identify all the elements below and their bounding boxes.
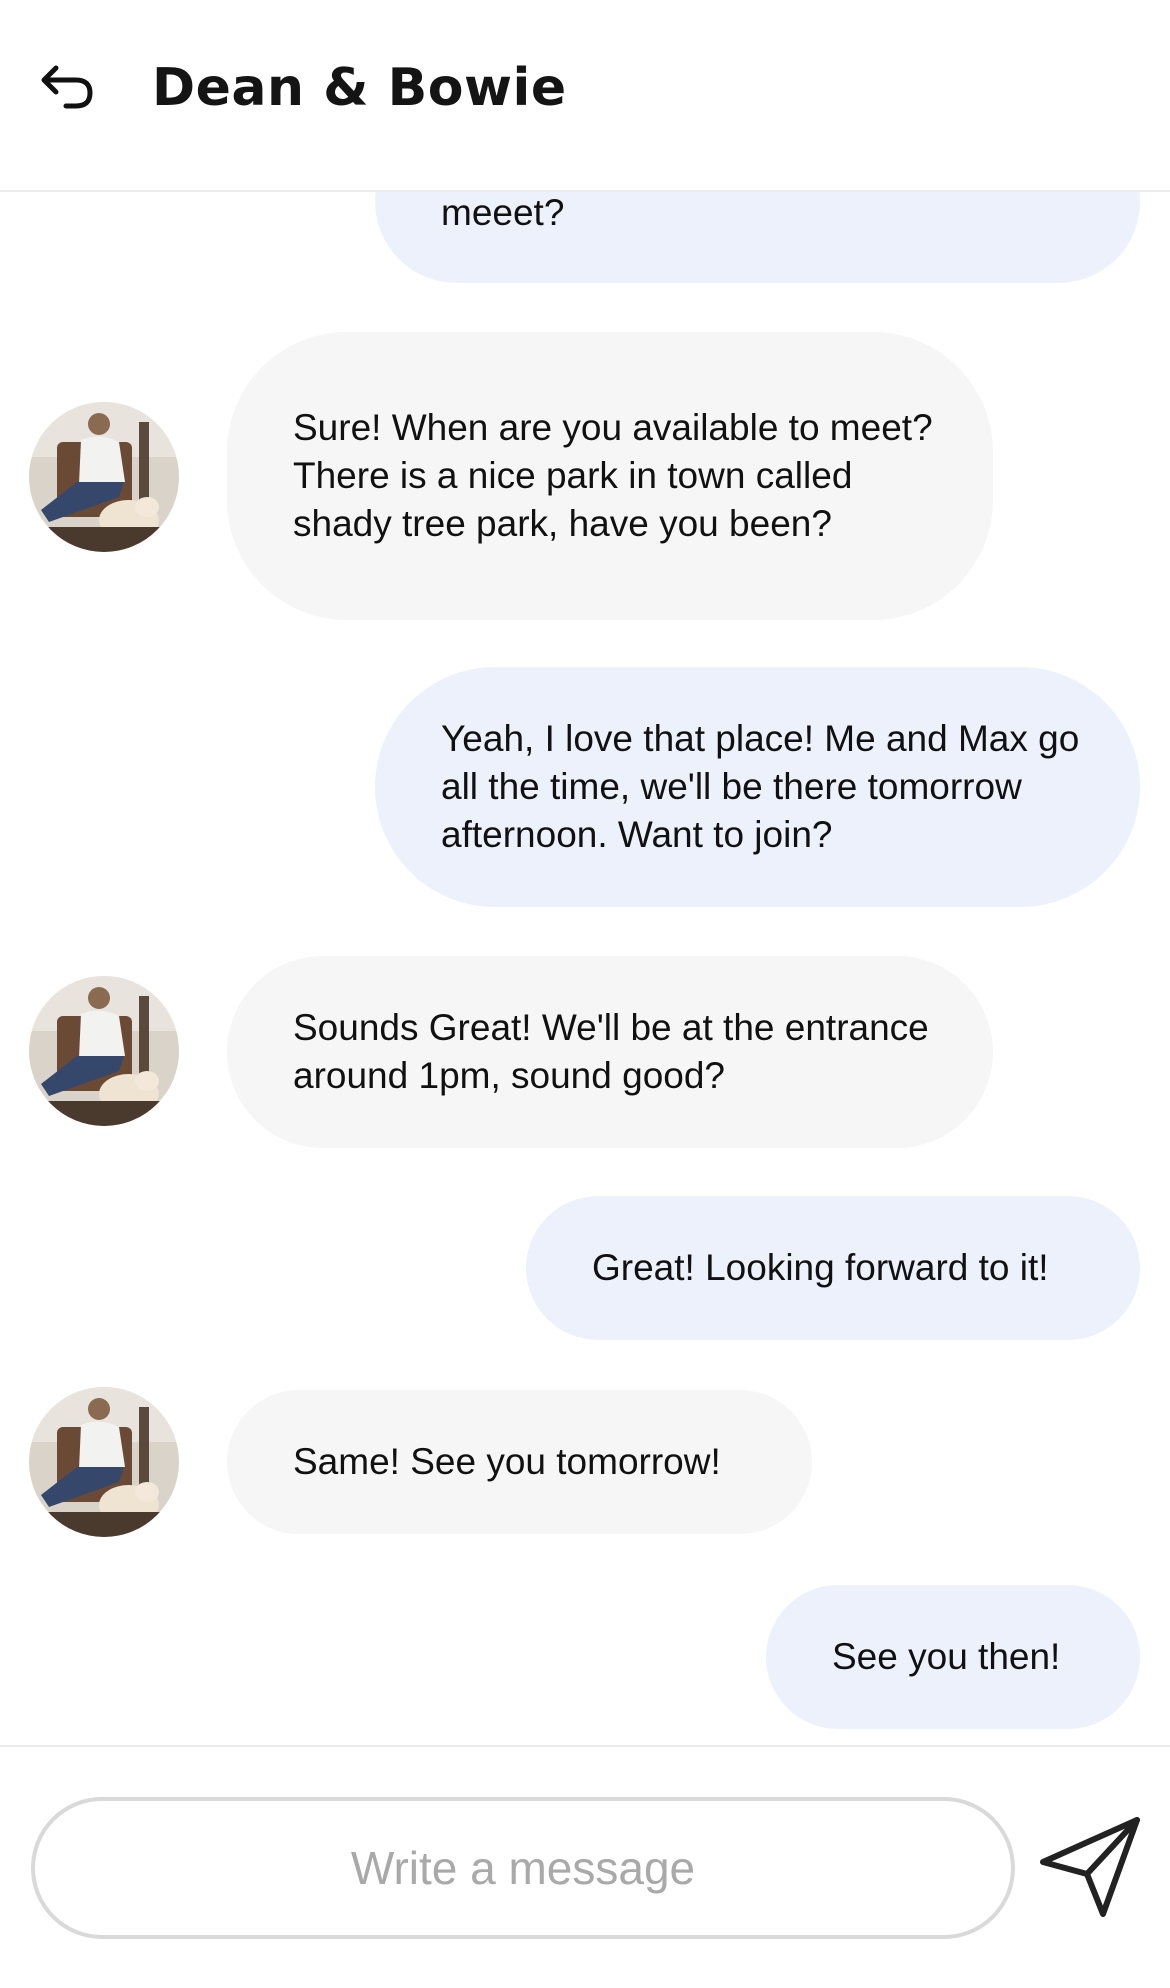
avatar[interactable]	[29, 976, 179, 1126]
message-text: Sure! When are you available to meet? Th…	[293, 407, 933, 544]
incoming-message: Sure! When are you available to meet? Th…	[227, 332, 993, 620]
message-text: Same! See you tomorrow!	[293, 1441, 721, 1482]
outgoing-message: See you then!	[766, 1585, 1140, 1729]
page-title: Dean & Bowie	[152, 58, 567, 118]
message-text: Yeah, I love that place! Me and Max go a…	[441, 718, 1080, 855]
message-text: Great! Looking forward to it!	[592, 1247, 1049, 1288]
outgoing-message: Yeah, I love that place! Me and Max go a…	[375, 667, 1140, 907]
back-button[interactable]	[28, 48, 108, 128]
incoming-message: Same! See you tomorrow!	[227, 1390, 812, 1534]
message-input[interactable]	[31, 1797, 1015, 1939]
back-arrow-icon	[41, 65, 93, 109]
incoming-message: Sounds Great! We'll be at the entrance a…	[227, 956, 993, 1148]
outgoing-message: Great! Looking forward to it!	[526, 1196, 1140, 1340]
send-button[interactable]	[1030, 1807, 1150, 1927]
message-text: See you then!	[832, 1636, 1061, 1677]
avatar[interactable]	[29, 402, 179, 552]
chat-header: Dean & Bowie	[0, 0, 1170, 192]
message-text: Sounds Great! We'll be at the entrance a…	[293, 1007, 929, 1096]
message-list[interactable]: meeet? Sure! When are you available to m…	[0, 0, 1170, 1745]
avatar[interactable]	[29, 1387, 179, 1537]
send-icon	[1040, 1817, 1140, 1917]
message-composer	[0, 1745, 1170, 1988]
message-text: meeet?	[441, 192, 565, 233]
